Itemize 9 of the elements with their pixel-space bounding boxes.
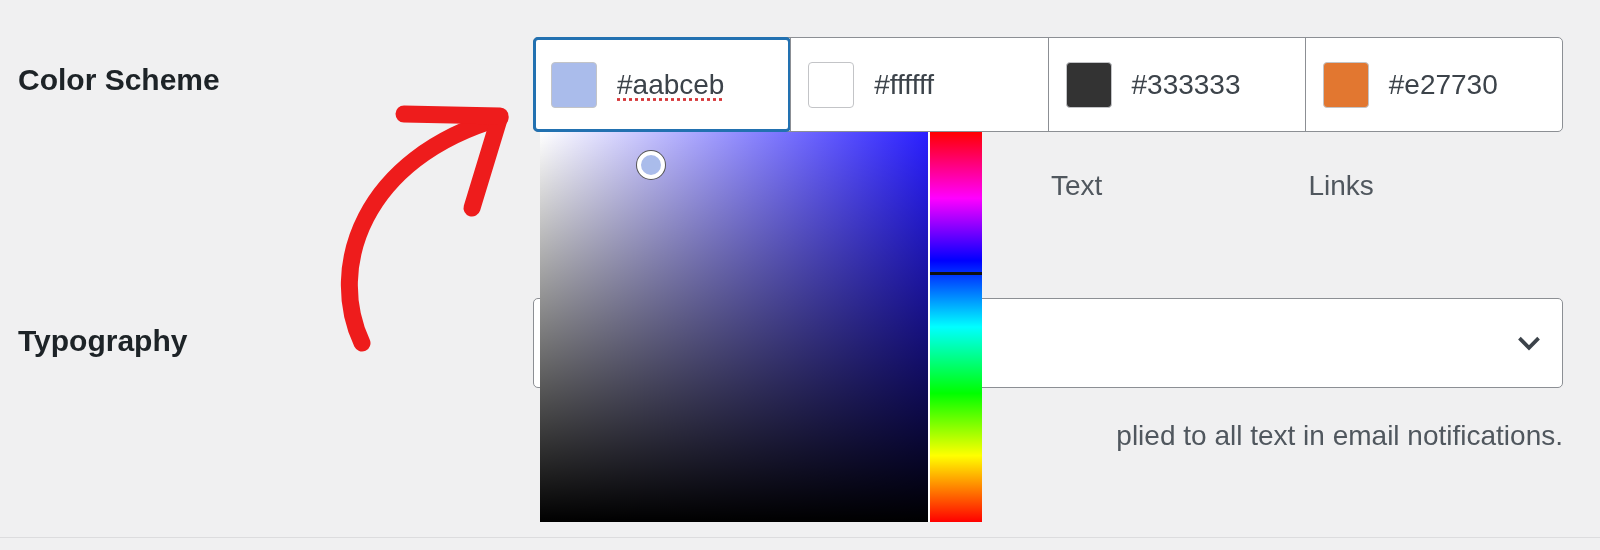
color-caption: Text (1051, 170, 1103, 201)
field-label: Color Scheme (18, 62, 221, 98)
hue-slider[interactable] (930, 132, 982, 522)
hint-text: plied to all text in email notifications. (1116, 420, 1563, 452)
picker-handle[interactable] (637, 151, 665, 179)
color-caption: Links (1308, 170, 1374, 201)
chevron-down-icon (1516, 334, 1542, 352)
field-label: Typography (18, 323, 189, 359)
hue-marker[interactable] (930, 272, 982, 276)
